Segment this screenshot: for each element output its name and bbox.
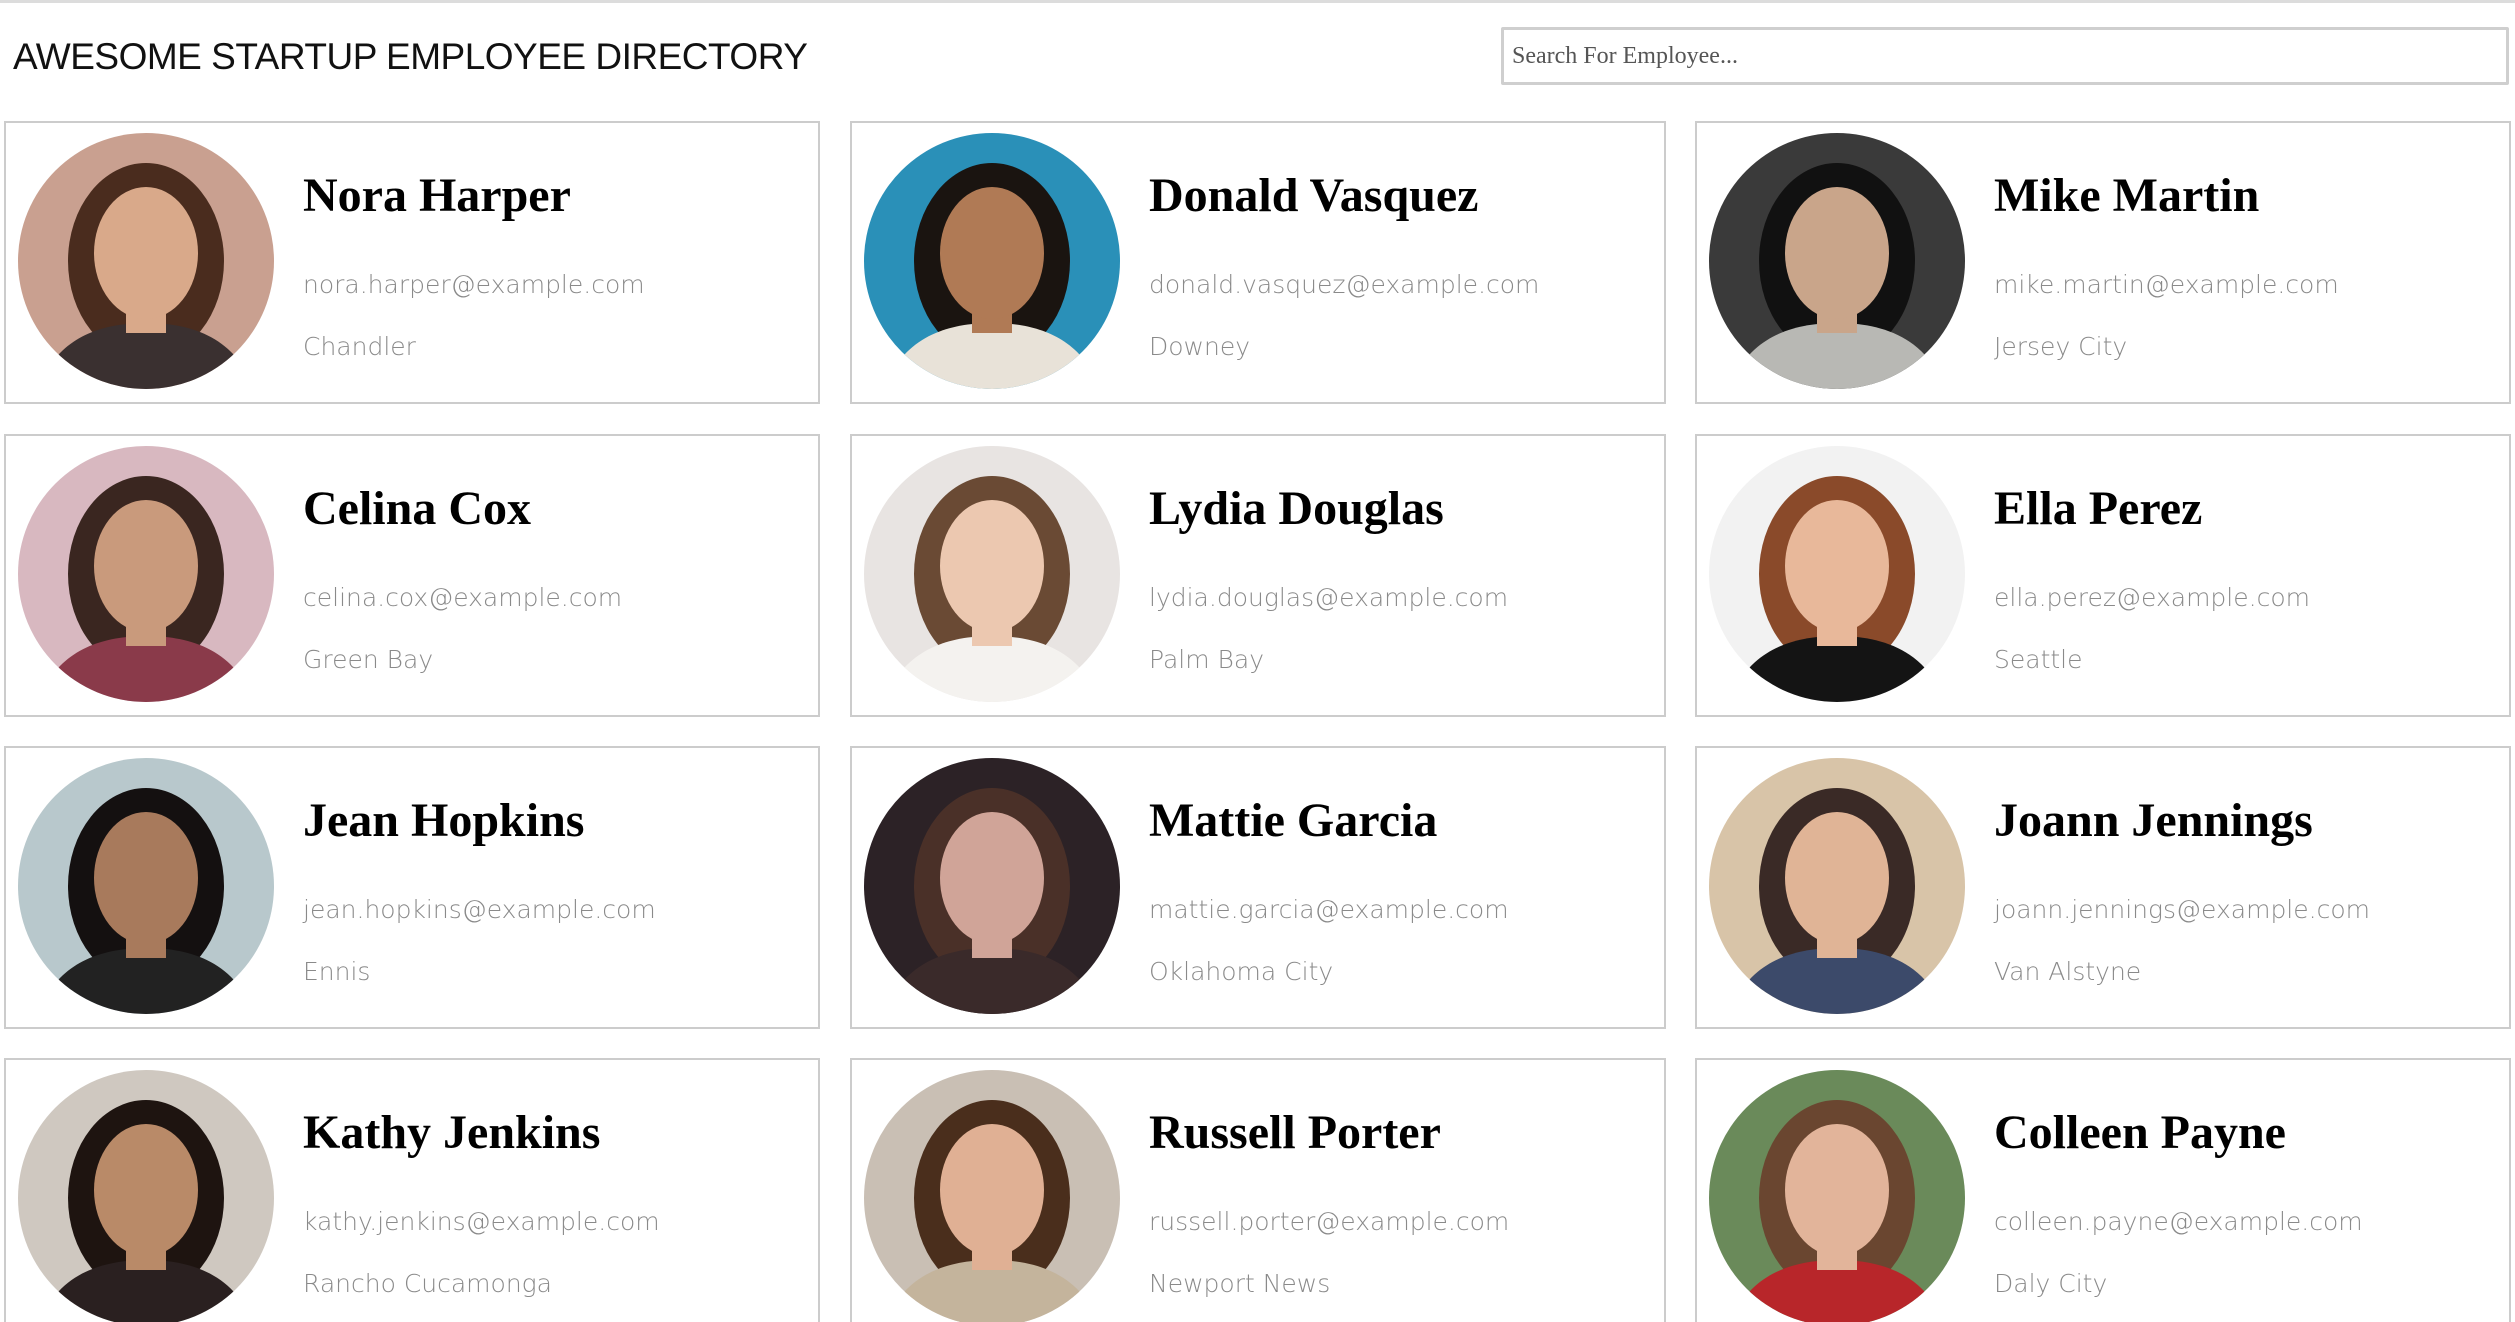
employee-card[interactable]: Russell Porter russell.porter@example.com… [850,1058,1666,1322]
employee-card[interactable]: Joann Jennings joann.jennings@example.com… [1695,746,2511,1029]
avatar-portrait [1709,758,1965,1014]
employee-email: lydia.douglas@example.com [1149,583,1509,612]
employee-name: Russell Porter [1149,1106,1441,1159]
employee-grid: Nora Harper nora.harper@example.com Chandl… [4,121,2512,1322]
employee-email: jean.hopkins@example.com [303,895,656,924]
avatar-portrait [864,1070,1120,1322]
page-title: AWESOME STARTUP EMPLOYEE DIRECTORY [13,36,808,77]
avatar-face [940,500,1044,632]
employee-email: mike.martin@example.com [1994,270,2339,299]
avatar-face [94,812,198,944]
page-header: AWESOME STARTUP EMPLOYEE DIRECTORY [0,0,2515,115]
employee-avatar [864,133,1120,389]
employee-card[interactable]: Jean Hopkins jean.hopkins@example.com Enni… [4,746,820,1029]
employee-city: Daly City [1994,1269,2108,1298]
employee-email: joann.jennings@example.com [1994,895,2370,924]
employee-avatar [1709,758,1965,1014]
avatar-face [940,812,1044,944]
employee-avatar [1709,133,1965,389]
employee-email: donald.vasquez@example.com [1149,270,1540,299]
employee-email: colleen.payne@example.com [1994,1207,2363,1236]
employee-name: Nora Harper [303,169,571,222]
avatar-portrait [1709,1070,1965,1322]
employee-name: Mike Martin [1994,169,2260,222]
employee-card[interactable]: Donald Vasquez donald.vasquez@example.com… [850,121,1666,404]
employee-name: Kathy Jenkins [303,1106,601,1159]
employee-city: Van Alstyne [1994,957,2142,986]
employee-avatar [1709,446,1965,702]
employee-avatar [18,758,274,1014]
avatar-portrait [864,446,1120,702]
employee-card[interactable]: Kathy Jenkins kathy.jenkins@example.com Ra… [4,1058,820,1322]
employee-card[interactable]: Lydia Douglas lydia.douglas@example.com Pa… [850,434,1666,717]
employee-name: Donald Vasquez [1149,169,1479,222]
employee-city: Seattle [1994,645,2083,674]
avatar-portrait [864,133,1120,389]
employee-email: mattie.garcia@example.com [1149,895,1509,924]
employee-card[interactable]: Colleen Payne colleen.payne@example.com Da… [1695,1058,2511,1322]
avatar-portrait [1709,446,1965,702]
employee-avatar [18,1070,274,1322]
employee-card[interactable]: Celina Cox celina.cox@example.com Green Ba… [4,434,820,717]
employee-card[interactable]: Mattie Garcia mattie.garcia@example.com Ok… [850,746,1666,1029]
avatar-portrait [864,758,1120,1014]
employee-email: kathy.jenkins@example.com [303,1207,660,1236]
employee-city: Palm Bay [1149,645,1265,674]
avatar-portrait [18,758,274,1014]
avatar-face [1785,187,1889,319]
employee-name: Celina Cox [303,482,531,535]
avatar-face [1785,500,1889,632]
employee-avatar [864,1070,1120,1322]
avatar-portrait [18,133,274,389]
avatar-face [94,187,198,319]
employee-email: ella.perez@example.com [1994,583,2310,612]
employee-card[interactable]: Ella Perez ella.perez@example.com Seattle [1695,434,2511,717]
avatar-face [1785,1124,1889,1256]
employee-email: russell.porter@example.com [1149,1207,1510,1236]
avatar-portrait [18,446,274,702]
employee-city: Downey [1149,332,1251,361]
employee-email: nora.harper@example.com [303,270,645,299]
avatar-face [1785,812,1889,944]
employee-city: Oklahoma City [1149,957,1334,986]
employee-city: Ennis [303,957,371,986]
employee-city: Newport News [1149,1269,1331,1298]
employee-avatar [18,133,274,389]
avatar-face [940,187,1044,319]
employee-name: Ella Perez [1994,482,2203,535]
employee-avatar [18,446,274,702]
employee-city: Green Bay [303,645,434,674]
employee-city: Jersey City [1994,332,2128,361]
employee-card[interactable]: Nora Harper nora.harper@example.com Chandl… [4,121,820,404]
employee-city: Rancho Cucamonga [303,1269,552,1298]
avatar-face [940,1124,1044,1256]
search-input[interactable] [1501,27,2509,85]
avatar-face [94,500,198,632]
employee-city: Chandler [303,332,416,361]
avatar-face [94,1124,198,1256]
employee-avatar [864,446,1120,702]
employee-avatar [864,758,1120,1014]
employee-name: Jean Hopkins [303,794,585,847]
employee-card[interactable]: Mike Martin mike.martin@example.com Jersey… [1695,121,2511,404]
employee-email: celina.cox@example.com [303,583,623,612]
employee-name: Mattie Garcia [1149,794,1438,847]
employee-avatar [1709,1070,1965,1322]
avatar-portrait [1709,133,1965,389]
employee-name: Colleen Payne [1994,1106,2286,1159]
employee-name: Joann Jennings [1994,794,2313,847]
employee-name: Lydia Douglas [1149,482,1444,535]
avatar-portrait [18,1070,274,1322]
